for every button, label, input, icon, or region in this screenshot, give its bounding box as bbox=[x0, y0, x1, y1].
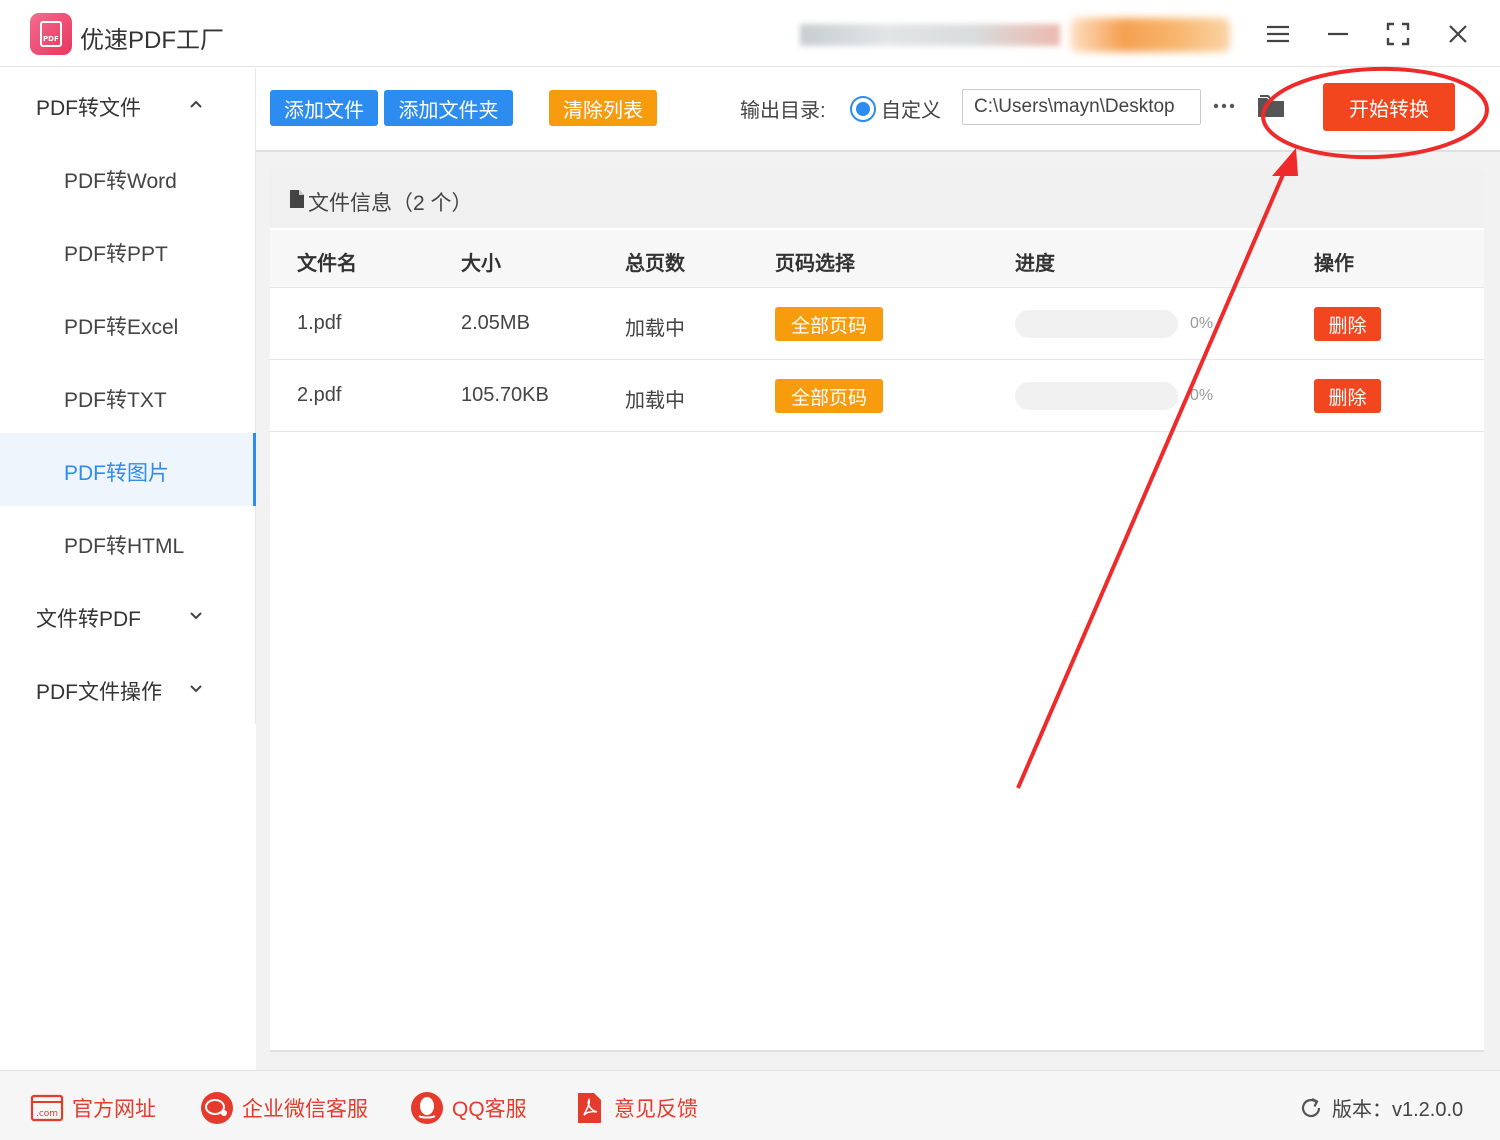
footer: .com 官方网址 企业微信客服 QQ客服 意见反馈 版本：v1.2.0.0 bbox=[0, 1070, 1500, 1140]
file-name: 1.pdf bbox=[297, 312, 342, 334]
document-icon bbox=[290, 190, 304, 208]
version-text: 版本：v1.2.0.0 bbox=[1332, 1099, 1464, 1121]
file-size: 2.05MB bbox=[461, 312, 530, 334]
sidebar-group-pdf-operations[interactable]: PDF文件操作 bbox=[0, 652, 256, 725]
table-row: 1.pdf 2.05MB 加载中 全部页码 0% 删除 bbox=[270, 288, 1484, 360]
qq-service-link[interactable]: QQ客服 bbox=[410, 1091, 527, 1125]
sidebar-item-pdf-to-ppt[interactable]: PDF转PPT bbox=[0, 214, 256, 287]
app-logo-icon: PDF bbox=[30, 13, 72, 55]
sidebar-item-pdf-to-excel[interactable]: PDF转Excel bbox=[0, 287, 256, 360]
version-info[interactable]: 版本：v1.2.0.0 bbox=[1298, 1093, 1463, 1122]
maximize-icon[interactable] bbox=[1380, 16, 1416, 52]
column-header: 文件名 bbox=[297, 253, 357, 275]
svg-text:.com: .com bbox=[36, 1109, 58, 1119]
title-bar: PDF 优速PDF工厂 bbox=[0, 0, 1500, 67]
sidebar-item-label: PDF转Word bbox=[64, 170, 177, 193]
app-title: 优速PDF工厂 bbox=[80, 27, 224, 54]
output-path-input[interactable]: C:\Users\mayn\Desktop bbox=[962, 89, 1201, 125]
add-folder-button[interactable]: 添加文件夹 bbox=[384, 90, 513, 126]
page-select-button[interactable]: 全部页码 bbox=[775, 307, 883, 341]
delete-button[interactable]: 删除 bbox=[1314, 307, 1381, 341]
delete-button[interactable]: 删除 bbox=[1314, 379, 1381, 413]
hamburger-menu-icon[interactable] bbox=[1260, 16, 1296, 52]
table-row: 2.pdf 105.70KB 加载中 全部页码 0% 删除 bbox=[270, 360, 1484, 432]
sidebar-group-label: PDF文件操作 bbox=[36, 681, 162, 704]
sidebar-item-label: PDF转图片 bbox=[64, 462, 169, 485]
file-info-header: 文件信息（2 个） bbox=[270, 170, 1484, 228]
feedback-link[interactable]: 意见反馈 bbox=[572, 1091, 698, 1125]
custom-output-label[interactable]: 自定义 bbox=[881, 94, 941, 123]
chevron-down-icon bbox=[190, 685, 202, 693]
column-header: 页码选择 bbox=[775, 253, 855, 275]
file-name: 2.pdf bbox=[297, 384, 342, 406]
refresh-icon bbox=[1301, 1097, 1321, 1117]
sidebar-group-label: PDF转文件 bbox=[36, 97, 141, 120]
add-file-button[interactable]: 添加文件 bbox=[270, 90, 378, 126]
app-logo-text: PDF bbox=[43, 35, 59, 43]
table-header: 文件名 大小 总页数 页码选择 进度 操作 bbox=[270, 230, 1484, 288]
more-icon[interactable] bbox=[1212, 94, 1236, 118]
website-icon: .com bbox=[30, 1094, 64, 1122]
custom-output-radio[interactable] bbox=[850, 96, 876, 122]
sidebar-item-pdf-to-html[interactable]: PDF转HTML bbox=[0, 506, 256, 579]
feedback-icon bbox=[578, 1093, 601, 1123]
progress-text: 0% bbox=[1190, 315, 1214, 332]
sidebar-item-label: PDF转HTML bbox=[64, 535, 185, 558]
sidebar-item-pdf-to-image[interactable]: PDF转图片 bbox=[0, 433, 256, 506]
page-select-button[interactable]: 全部页码 bbox=[775, 379, 883, 413]
file-size: 105.70KB bbox=[461, 384, 549, 406]
minimize-icon[interactable] bbox=[1320, 16, 1356, 52]
blurred-account-area bbox=[770, 8, 1240, 63]
website-link[interactable]: .com 官方网址 bbox=[30, 1091, 156, 1125]
column-header: 大小 bbox=[461, 253, 501, 275]
column-header: 总页数 bbox=[625, 253, 685, 275]
sidebar-item-label: PDF转PPT bbox=[64, 243, 168, 266]
progress-bar bbox=[1015, 310, 1178, 338]
sidebar-group-file-to-pdf[interactable]: 文件转PDF bbox=[0, 579, 256, 652]
file-info-title: 文件信息（2 个） bbox=[308, 192, 473, 215]
main-area: 添加文件 添加文件夹 清除列表 输出目录: 自定义 C:\Users\mayn\… bbox=[256, 68, 1500, 1070]
feedback-label: 意见反馈 bbox=[614, 1098, 698, 1121]
sidebar-group-pdf-to-file[interactable]: PDF转文件 bbox=[0, 68, 256, 141]
page-count: 加载中 bbox=[625, 318, 685, 340]
progress-bar bbox=[1015, 382, 1178, 410]
wechat-icon bbox=[201, 1092, 233, 1124]
clear-list-button[interactable]: 清除列表 bbox=[549, 90, 657, 126]
chevron-down-icon bbox=[190, 612, 202, 620]
sidebar-item-pdf-to-word[interactable]: PDF转Word bbox=[0, 141, 256, 214]
sidebar-item-label: PDF转TXT bbox=[64, 389, 167, 412]
sidebar-item-pdf-to-txt[interactable]: PDF转TXT bbox=[0, 360, 256, 433]
start-convert-button[interactable]: 开始转换 bbox=[1323, 83, 1455, 131]
qq-icon bbox=[411, 1092, 443, 1124]
page-count: 加载中 bbox=[625, 390, 685, 412]
sidebar-item-label: PDF转Excel bbox=[64, 316, 179, 339]
output-dir-label: 输出目录: bbox=[740, 100, 826, 122]
sidebar: PDF转文件 PDF转Word PDF转PPT PDF转Excel PDF转TX… bbox=[0, 68, 256, 724]
qq-label: QQ客服 bbox=[452, 1098, 527, 1121]
toolbar: 添加文件 添加文件夹 清除列表 输出目录: 自定义 C:\Users\mayn\… bbox=[256, 68, 1500, 152]
sidebar-group-label: 文件转PDF bbox=[36, 608, 141, 631]
file-info-panel: 文件信息（2 个） 文件名 大小 总页数 页码选择 进度 操作 1.pdf 2.… bbox=[270, 170, 1484, 1052]
chevron-up-icon bbox=[190, 100, 202, 108]
column-header: 进度 bbox=[1015, 253, 1055, 275]
folder-icon[interactable] bbox=[1256, 92, 1286, 120]
wechat-service-link[interactable]: 企业微信客服 bbox=[200, 1091, 368, 1125]
column-header: 操作 bbox=[1314, 253, 1354, 275]
progress-text: 0% bbox=[1190, 387, 1214, 404]
website-label: 官方网址 bbox=[72, 1098, 156, 1121]
close-icon[interactable] bbox=[1440, 16, 1476, 52]
wechat-label: 企业微信客服 bbox=[242, 1098, 368, 1121]
